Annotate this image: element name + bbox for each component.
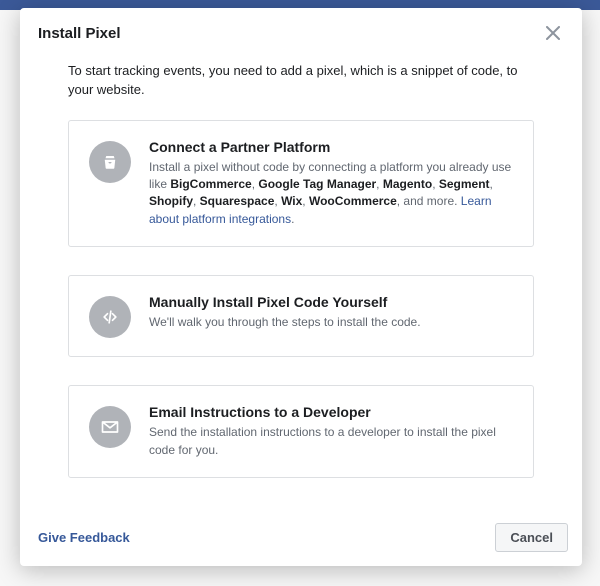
shopping-bag-icon bbox=[89, 141, 131, 183]
modal-header: Install Pixel bbox=[20, 8, 582, 52]
code-icon bbox=[89, 296, 131, 338]
close-icon bbox=[546, 26, 560, 40]
option-desc: Send the installation instructions to a … bbox=[149, 424, 513, 459]
option-email-developer[interactable]: Email Instructions to a Developer Send t… bbox=[68, 385, 534, 478]
close-button[interactable] bbox=[542, 22, 564, 44]
option-manual-install[interactable]: Manually Install Pixel Code Yourself We'… bbox=[68, 275, 534, 357]
intro-text: To start tracking events, you need to ad… bbox=[68, 62, 534, 100]
option-title: Manually Install Pixel Code Yourself bbox=[149, 294, 513, 310]
modal-title: Install Pixel bbox=[38, 25, 121, 42]
cancel-button[interactable]: Cancel bbox=[495, 523, 568, 552]
install-pixel-modal: Install Pixel To start tracking events, … bbox=[20, 8, 582, 566]
option-title: Email Instructions to a Developer bbox=[149, 404, 513, 420]
option-desc: Install a pixel without code by connecti… bbox=[149, 159, 513, 229]
option-desc: We'll walk you through the steps to inst… bbox=[149, 314, 513, 331]
modal-footer: Give Feedback Cancel bbox=[20, 511, 582, 566]
option-text: Manually Install Pixel Code Yourself We'… bbox=[149, 294, 513, 338]
option-text: Connect a Partner Platform Install a pix… bbox=[149, 139, 513, 229]
option-connect-partner[interactable]: Connect a Partner Platform Install a pix… bbox=[68, 120, 534, 248]
modal-body: To start tracking events, you need to ad… bbox=[20, 52, 582, 511]
give-feedback-link[interactable]: Give Feedback bbox=[38, 530, 130, 545]
envelope-icon bbox=[89, 406, 131, 448]
option-title: Connect a Partner Platform bbox=[149, 139, 513, 155]
option-text: Email Instructions to a Developer Send t… bbox=[149, 404, 513, 459]
